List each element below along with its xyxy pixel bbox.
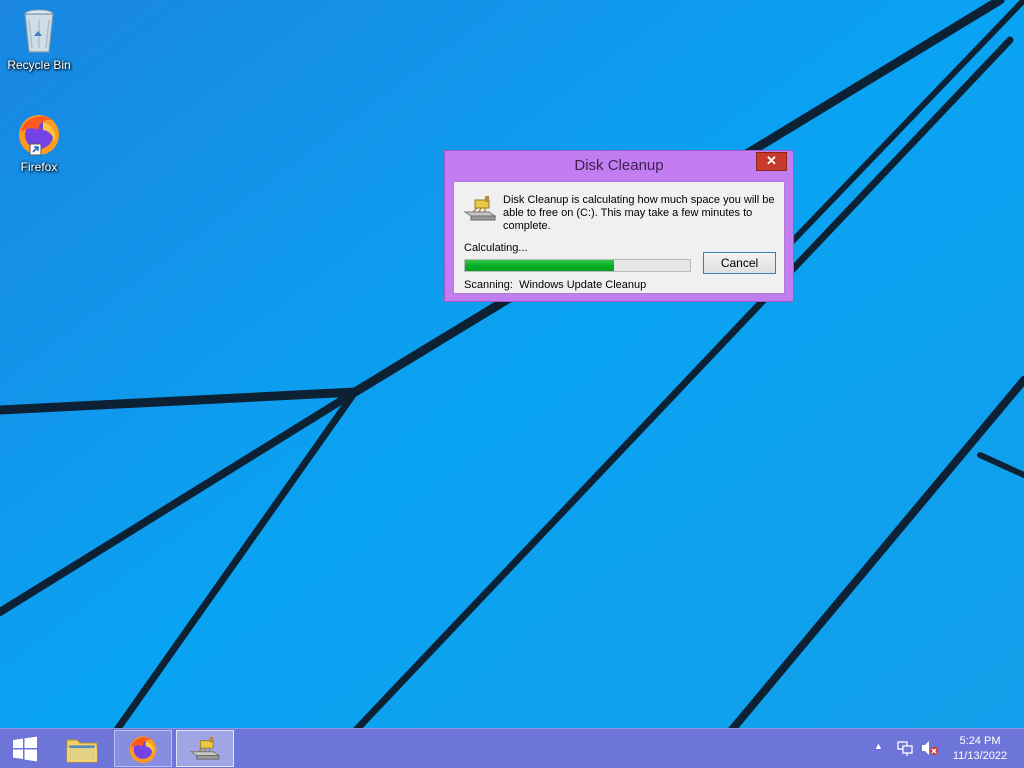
clock-time: 5:24 PM [959, 735, 1001, 747]
start-button[interactable] [0, 730, 50, 767]
firefox-icon [19, 115, 59, 156]
disk-cleanup-icon [189, 736, 221, 760]
desktop-icon-recycle-bin[interactable]: Recycle Bin [1, 6, 77, 72]
desktop: Recycle Bin Firefox Disk Cleanup ✕ Disk [0, 0, 1024, 768]
recycle-bin-icon [24, 9, 54, 53]
desktop-icon-firefox[interactable]: Firefox [1, 110, 77, 174]
network-icon[interactable] [897, 740, 913, 756]
scanning-label: Scanning: [464, 279, 513, 291]
dialog-title[interactable]: Disk Cleanup [445, 151, 793, 181]
cancel-button[interactable]: Cancel [703, 252, 776, 274]
show-hidden-icons-chevron-icon[interactable]: ▲ [874, 741, 883, 751]
volume-muted-icon[interactable] [921, 740, 939, 756]
desktop-icon-label: Firefox [20, 160, 58, 174]
status-label: Calculating... [464, 242, 528, 254]
scanning-item: Windows Update Cleanup [519, 279, 647, 291]
wallpaper [0, 0, 1024, 768]
folder-icon [66, 739, 98, 762]
desktop-icon-label: Recycle Bin [7, 58, 71, 72]
system-clock[interactable]: 5:24 PM 11/13/2022 [946, 734, 1014, 764]
taskbar-file-explorer[interactable] [56, 730, 108, 767]
disk-cleanup-dialog: Disk Cleanup ✕ Disk Cleanup is calculati… [444, 150, 794, 302]
taskbar-disk-cleanup[interactable] [176, 730, 234, 767]
firefox-icon [129, 735, 157, 763]
progress-fill [465, 260, 614, 271]
dialog-body: Disk Cleanup is calculating how much spa… [453, 181, 785, 294]
dialog-message: Disk Cleanup is calculating how much spa… [503, 194, 775, 232]
taskbar: ▲ 5:24 PM 11/13/2022 [0, 728, 1024, 768]
disk-cleanup-icon [463, 196, 497, 221]
taskbar-firefox[interactable] [114, 730, 172, 767]
close-button[interactable]: ✕ [756, 152, 787, 171]
scanning-status: Scanning: Windows Update Cleanup [464, 279, 646, 291]
progress-bar [464, 259, 691, 272]
windows-logo-icon [13, 736, 37, 761]
clock-date: 11/13/2022 [952, 750, 1008, 762]
close-icon: ✕ [766, 153, 777, 168]
